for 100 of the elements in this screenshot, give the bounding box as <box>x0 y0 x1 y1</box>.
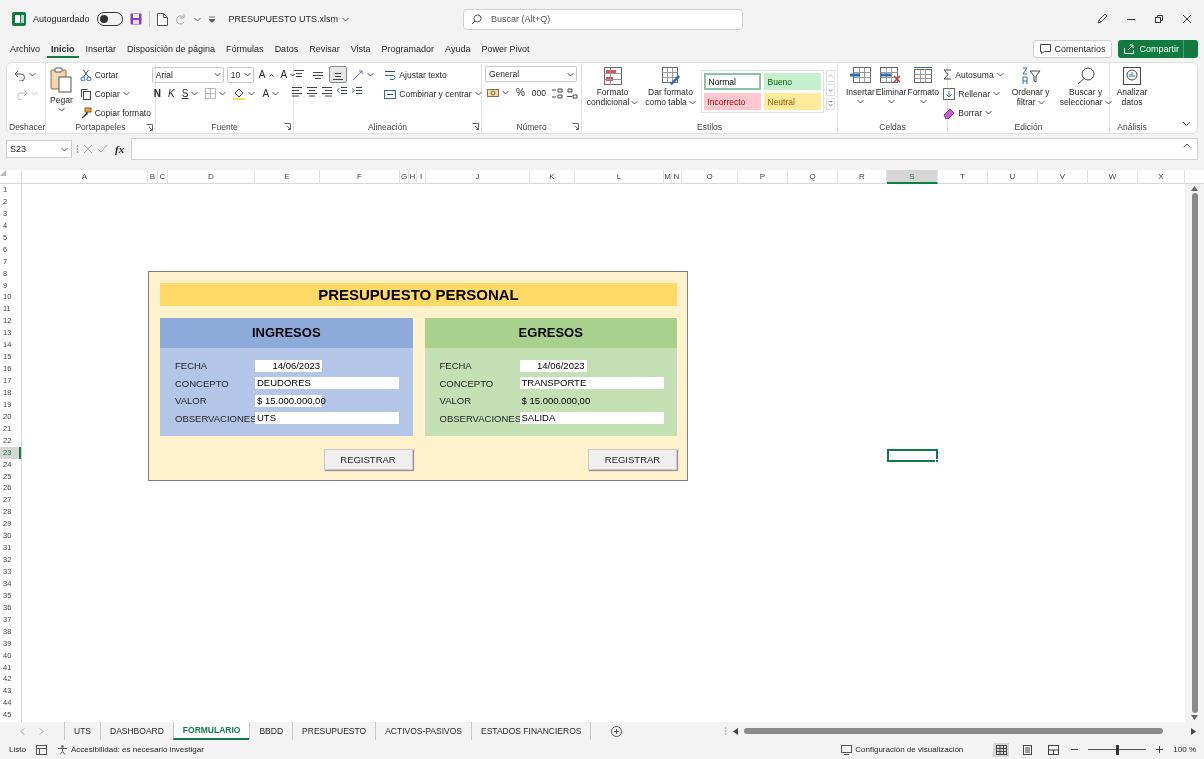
format-painter-button[interactable]: Copiar formato <box>77 104 153 121</box>
menu-tab[interactable]: Insertar <box>81 40 121 58</box>
menu-tab[interactable]: Datos <box>270 40 303 58</box>
text-field[interactable]: UTS <box>255 412 399 424</box>
pen-icon[interactable] <box>1096 13 1108 25</box>
font-field[interactable]: Arial <box>151 66 224 83</box>
decrease-decimal-icon[interactable] <box>566 86 579 99</box>
scrollbar-thumb[interactable] <box>1191 193 1198 713</box>
text-field[interactable]: SALIDA <box>519 412 664 424</box>
dialog-launcher-icon[interactable] <box>146 123 153 131</box>
search-field[interactable]: Buscar (Alt+Q) <box>463 8 743 30</box>
menu-tab[interactable]: Archivo <box>6 40 44 58</box>
insert-function-button[interactable]: fx <box>112 143 128 155</box>
paste-button[interactable]: Pegar <box>48 66 75 113</box>
date-field[interactable]: 14/06/2023 <box>519 359 587 372</box>
display-settings-button[interactable]: Configuración de visualización <box>841 744 964 755</box>
restore-icon[interactable] <box>1154 14 1164 24</box>
cell-style-item[interactable]: Bueno <box>763 73 821 90</box>
cell-style-item[interactable]: Neutral <box>763 93 821 110</box>
customize-icon[interactable] <box>207 15 216 23</box>
collapse-ribbon-icon[interactable] <box>1182 121 1191 127</box>
scrollbar-thumb[interactable] <box>744 728 1163 734</box>
align-right-icon[interactable] <box>321 85 334 97</box>
zoom-out-icon[interactable] <box>1071 746 1079 753</box>
conditional-format-button[interactable]: Formato condicional <box>584 66 641 108</box>
sheet-tab[interactable]: ACTIVOS-PASIVOS <box>375 722 471 740</box>
cell-style-item[interactable]: Incorrecto <box>703 93 761 110</box>
dialog-launcher-icon[interactable] <box>572 123 579 130</box>
new-document-icon[interactable] <box>156 12 168 26</box>
menu-tab[interactable]: Disposición de página <box>123 40 220 58</box>
copy-button[interactable]: Copiar <box>77 85 153 102</box>
menu-tab[interactable]: Fórmulas <box>222 40 268 58</box>
align-center-icon[interactable] <box>306 85 319 97</box>
text-field[interactable]: TRANSPORTE <box>519 377 664 389</box>
close-icon[interactable] <box>1182 14 1192 24</box>
view-button[interactable] <box>1045 742 1062 757</box>
insert-button[interactable]: Insertar <box>845 66 875 105</box>
bold-button[interactable]: N <box>151 85 164 102</box>
menu-tab[interactable]: Vista <box>346 40 375 58</box>
font-color-button[interactable]: A <box>260 85 282 102</box>
menu-tab[interactable]: Inicio <box>47 40 79 58</box>
share-button[interactable]: Compartir <box>1118 40 1198 58</box>
sort-filter-button[interactable]: Ordenar y filtrar <box>1008 66 1053 108</box>
save-icon[interactable] <box>129 13 142 25</box>
zoom-slider[interactable] <box>1088 744 1147 755</box>
accessibility-status[interactable]: Accesibilidad: es necesario investigar <box>70 745 204 754</box>
fill-button[interactable]: Rellenar <box>941 85 1006 102</box>
formula-field[interactable] <box>131 138 1198 160</box>
add-sheet-icon[interactable] <box>611 725 623 737</box>
slider-thumb[interactable] <box>1115 744 1119 755</box>
italic-button[interactable]: K <box>166 85 177 102</box>
view-button[interactable] <box>993 742 1010 757</box>
underline-button[interactable]: S <box>179 85 201 102</box>
column-header[interactable]: S <box>887 170 938 184</box>
dialog-launcher-icon[interactable] <box>472 123 479 130</box>
sheet-tab[interactable]: ESTADOS FINANCIEROS <box>471 722 591 740</box>
register-button[interactable]: REGISTRAR <box>588 449 677 470</box>
menu-tab[interactable]: Revisar <box>305 40 344 58</box>
caret-up-icon[interactable] <box>1183 143 1191 148</box>
scroll-up-icon[interactable] <box>1191 186 1198 191</box>
wrap-text-button[interactable]: Ajustar texto <box>382 66 484 83</box>
grow-font-button[interactable]: A <box>256 66 276 83</box>
delete-button[interactable]: Eliminar <box>875 66 907 105</box>
cell-style-item[interactable]: Normal <box>703 73 761 90</box>
menu-tab[interactable]: Programador <box>377 40 439 58</box>
text-field[interactable]: DEUDORES <box>255 377 399 389</box>
table-format-button[interactable]: Dar formato como tabla <box>642 66 699 108</box>
register-button[interactable]: REGISTRAR <box>323 449 413 470</box>
shrink-font-button[interactable]: A <box>278 66 298 83</box>
scroll-down-icon[interactable] <box>1191 715 1198 720</box>
comments-button[interactable]: Comentarios <box>1033 40 1113 58</box>
format-button[interactable]: Formato <box>907 66 940 105</box>
thousands-button[interactable]: 000 <box>529 84 549 101</box>
decrease-indent-icon[interactable] <box>336 85 349 97</box>
vertical-align-button[interactable] <box>329 66 348 83</box>
menu-tab[interactable]: Power Pivot <box>477 40 534 58</box>
merge-center-button[interactable]: Combinar y centrar <box>382 85 484 102</box>
increase-decimal-icon[interactable] <box>551 86 564 99</box>
align-left-icon[interactable] <box>291 85 304 97</box>
name-box[interactable]: S23 <box>6 140 72 158</box>
cut-button[interactable]: Cortar <box>77 66 153 83</box>
sheet-tab[interactable]: FORMULARIO <box>172 722 250 740</box>
font-size-field[interactable]: 10 <box>226 66 254 83</box>
sheet-tab[interactable]: BBDD <box>249 722 293 740</box>
increase-indent-icon[interactable] <box>351 85 364 97</box>
check-icon[interactable] <box>97 144 108 154</box>
autosum-button[interactable]: Autosuma <box>941 66 1006 83</box>
dialog-launcher-icon[interactable] <box>284 123 291 130</box>
menu-tab[interactable]: Ayuda <box>441 40 475 58</box>
zoom-in-icon[interactable] <box>1156 746 1164 753</box>
sheet-tab[interactable]: PRESUPUESTO <box>292 722 376 740</box>
number-format-field[interactable]: General <box>484 66 577 82</box>
file-name-button[interactable]: PRESUPUESTO UTS.xlsm <box>228 14 349 24</box>
sheet-tab[interactable]: DASHBOARD <box>100 722 173 740</box>
macro-sheet-icon[interactable] <box>35 744 47 755</box>
clear-button[interactable]: Borrar <box>941 104 1006 121</box>
more-icon[interactable] <box>825 98 835 110</box>
scroll-left-icon[interactable] <box>733 727 738 735</box>
zoom-level[interactable]: 100 % <box>1173 745 1196 754</box>
sheet-tab[interactable]: UTS <box>64 722 100 740</box>
